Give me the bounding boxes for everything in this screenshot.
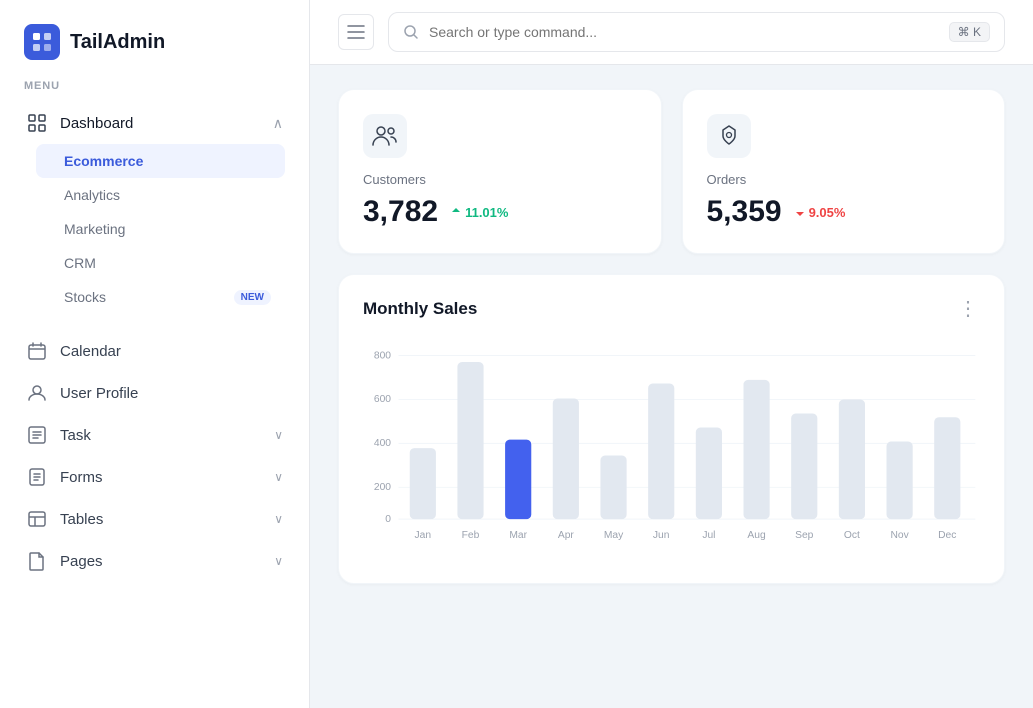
sidebar-item-marketing[interactable]: Marketing <box>36 212 285 246</box>
pages-chevron: ∨ <box>274 554 283 568</box>
svg-text:Nov: Nov <box>890 530 909 541</box>
user-profile-icon <box>26 382 48 404</box>
tables-icon <box>26 508 48 530</box>
nav-section-dashboard: Dashboard ∧ Ecommerce Analytics Marketin… <box>0 102 309 314</box>
logo-area: TailAdmin <box>0 0 309 80</box>
svg-text:May: May <box>604 530 624 541</box>
nav-item-dashboard[interactable]: Dashboard ∧ <box>12 102 297 144</box>
search-input[interactable] <box>429 24 939 40</box>
svg-text:0: 0 <box>385 514 391 525</box>
main-area: ⌘ K Customers 3,782 <box>310 0 1033 708</box>
nav-item-pages[interactable]: Pages ∨ <box>12 540 297 582</box>
kbd-shortcut: ⌘ K <box>949 22 990 42</box>
stats-cards-row: Customers 3,782 11.01% Orders <box>338 89 1005 254</box>
orders-value-row: 5,359 9.05% <box>707 195 981 229</box>
nav-item-calendar[interactable]: Calendar <box>12 330 297 372</box>
orders-icon <box>717 124 741 148</box>
svg-text:200: 200 <box>374 482 391 493</box>
top-header: ⌘ K <box>310 0 1033 65</box>
svg-text:Feb: Feb <box>462 530 480 541</box>
nav-item-task[interactable]: Task ∨ <box>12 414 297 456</box>
ecommerce-label: Ecommerce <box>64 153 143 169</box>
stocks-badge: NEW <box>234 290 271 305</box>
customers-icon-wrap <box>363 114 407 158</box>
svg-text:Oct: Oct <box>844 530 860 541</box>
orders-value: 5,359 <box>707 195 782 229</box>
forms-icon <box>26 466 48 488</box>
calendar-label: Calendar <box>60 343 121 360</box>
customers-icon <box>372 125 398 147</box>
trend-down-arrow <box>794 206 806 218</box>
orders-trend: 9.05% <box>794 205 846 220</box>
search-icon <box>403 24 419 40</box>
sidebar-item-analytics[interactable]: Analytics <box>36 178 285 212</box>
search-bar: ⌘ K <box>388 12 1005 52</box>
crm-label: CRM <box>64 255 96 271</box>
svg-text:600: 600 <box>374 394 391 405</box>
forms-chevron: ∨ <box>274 470 283 484</box>
customers-card: Customers 3,782 11.01% <box>338 89 662 254</box>
nav-section-main: Calendar User Profile Task ∨ <box>0 330 309 582</box>
task-chevron: ∨ <box>274 428 283 442</box>
sidebar-item-crm[interactable]: CRM <box>36 246 285 280</box>
svg-text:Mar: Mar <box>509 530 527 541</box>
monthly-sales-card: Monthly Sales ⋮ 800 600 400 200 0 <box>338 274 1005 584</box>
sub-nav-dashboard: Ecommerce Analytics Marketing CRM Stocks… <box>12 144 297 314</box>
svg-text:Jul: Jul <box>702 530 715 541</box>
chart-title: Monthly Sales <box>363 299 477 319</box>
customers-label: Customers <box>363 172 637 187</box>
user-profile-label: User Profile <box>60 385 138 402</box>
main-content: Customers 3,782 11.01% Orders <box>310 65 1033 708</box>
trend-up-arrow <box>450 206 462 218</box>
sidebar-item-stocks[interactable]: Stocks NEW <box>36 280 285 314</box>
svg-text:Sep: Sep <box>795 530 814 541</box>
svg-text:Jan: Jan <box>415 530 432 541</box>
calendar-icon <box>26 340 48 362</box>
svg-text:800: 800 <box>374 350 391 361</box>
dashboard-icon <box>26 112 48 134</box>
customers-value-row: 3,782 11.01% <box>363 195 637 229</box>
app-name: TailAdmin <box>70 31 165 54</box>
nav-item-forms[interactable]: Forms ∨ <box>12 456 297 498</box>
sidebar: TailAdmin MENU Dashboard ∧ Ecommerce Ana… <box>0 0 310 708</box>
customers-trend: 11.01% <box>450 205 508 220</box>
svg-text:Dec: Dec <box>938 530 956 541</box>
logo-icon <box>24 24 60 60</box>
orders-label: Orders <box>707 172 981 187</box>
svg-text:400: 400 <box>374 438 391 449</box>
forms-label: Forms <box>60 469 103 486</box>
dashboard-label: Dashboard <box>60 115 133 132</box>
stocks-label: Stocks <box>64 289 106 305</box>
orders-card: Orders 5,359 9.05% <box>682 89 1006 254</box>
svg-text:Apr: Apr <box>558 530 575 541</box>
svg-text:Jun: Jun <box>653 530 670 541</box>
task-label: Task <box>60 427 91 444</box>
dashboard-chevron: ∧ <box>273 115 283 132</box>
chart-options-button[interactable]: ⋮ <box>958 299 980 319</box>
bar-chart: 800 600 400 200 0 Jan Feb Mar <box>363 339 980 559</box>
analytics-label: Analytics <box>64 187 120 203</box>
pages-label: Pages <box>60 553 103 570</box>
nav-item-tables[interactable]: Tables ∨ <box>12 498 297 540</box>
tables-label: Tables <box>60 511 103 528</box>
chart-header: Monthly Sales ⋮ <box>363 299 980 319</box>
customers-value: 3,782 <box>363 195 438 229</box>
tables-chevron: ∨ <box>274 512 283 526</box>
marketing-label: Marketing <box>64 221 125 237</box>
nav-item-user-profile[interactable]: User Profile <box>12 372 297 414</box>
svg-text:Aug: Aug <box>747 530 766 541</box>
sidebar-item-ecommerce[interactable]: Ecommerce <box>36 144 285 178</box>
menu-toggle-button[interactable] <box>338 14 374 50</box>
task-icon <box>26 424 48 446</box>
menu-label: MENU <box>0 80 309 102</box>
orders-icon-wrap <box>707 114 751 158</box>
pages-icon <box>26 550 48 572</box>
